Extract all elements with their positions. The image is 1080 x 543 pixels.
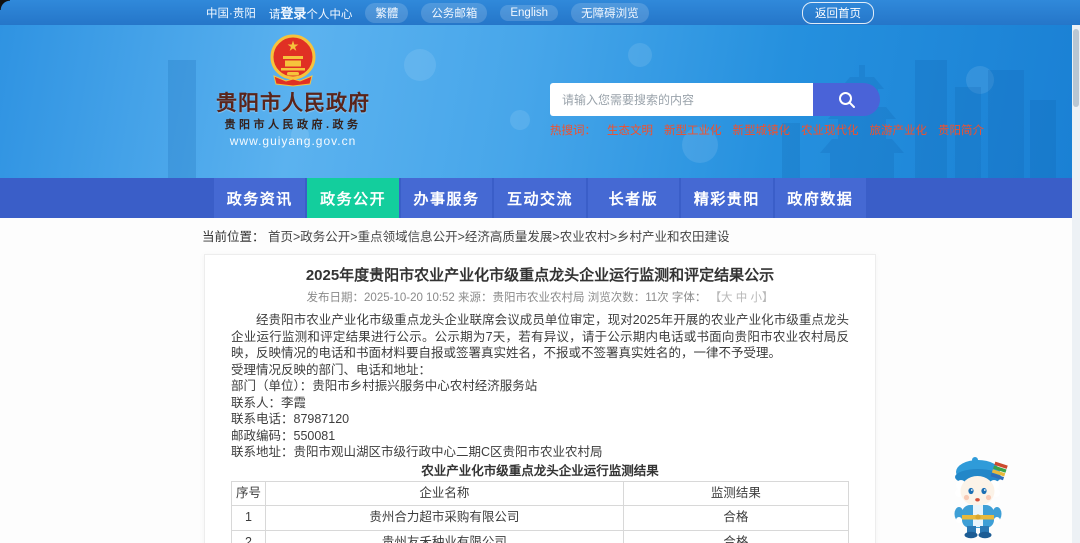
table-header-result: 监测结果 (622, 480, 850, 506)
row-result: 合格 (622, 529, 850, 543)
nav-tab-highlights[interactable]: 精彩贵阳 (681, 178, 773, 218)
main-nav-inner: 政务资讯 政务公开 办事服务 互动交流 长者版 精彩贵阳 政府数据 (214, 178, 866, 218)
article-title: 2025年度贵阳市农业产业化市级重点龙头企业运行监测和评定结果公示 (305, 267, 775, 284)
page: 中国·贵阳 请登录个人中心 繁體 公务邮箱 English 无障碍浏览 返回首页 (0, 0, 1080, 543)
hot-search-link-ecology[interactable]: 生态文明 (607, 125, 653, 138)
search-button[interactable] (813, 83, 880, 116)
national-emblem-logo[interactable] (269, 34, 317, 88)
table-header-company: 企业名称 (264, 480, 624, 506)
table-header-row: 序号 企业名称 监测结果 (231, 480, 850, 506)
hot-search-link-industry[interactable]: 新型工业化 (664, 125, 722, 138)
article-paragraph: 经贵阳市农业产业化市级重点龙头企业联席会议成员单位审定，现对2025年开展的农业… (231, 313, 849, 360)
row-company: 贵州合力超市采购有限公司 (264, 504, 624, 531)
login-pre-text: 请 (268, 9, 281, 21)
breadcrumb-path[interactable]: 首页>政务公开>重点领域信息公开>经济高质量发展>农业农村>乡村产业和农田建设 (268, 230, 730, 244)
topbar-link-official-mail[interactable]: 公务邮箱 (421, 2, 488, 23)
article-body: 经贵阳市农业产业化市级重点龙头企业联席会议成员单位审定，现对2025年开展的农业… (231, 312, 850, 543)
row-result: 合格 (622, 504, 850, 531)
font-size-controls[interactable]: 【大 中 小】 (710, 292, 774, 304)
content-area: 当前位置： 首页>政务公开>重点领域信息公开>经济高质量发展>农业农村>乡村产业… (0, 218, 1080, 543)
main-nav: 政务资讯 政务公开 办事服务 互动交流 长者版 精彩贵阳 政府数据 (0, 178, 1080, 218)
mascot-figure[interactable] (946, 451, 1012, 539)
article-meta: 发布日期：2025-10-20 10:52 来源：贵阳市农业农村局 浏览次数：1… (231, 291, 849, 305)
banner-inner: 贵阳市人民政府 贵阳市人民政府.政务 www.guiyang.gov.cn 热搜… (195, 25, 984, 178)
site-url: www.guiyang.gov.cn (229, 134, 357, 148)
banner: 贵阳市人民政府 贵阳市人民政府.政务 www.guiyang.gov.cn 热搜… (0, 25, 1080, 178)
table-caption: 农业产业化市级重点龙头企业运行监测结果 (421, 463, 659, 478)
breadcrumb-label: 当前位置： (202, 230, 265, 244)
contact-line: 受理情况反映的部门、电话和地址： (231, 362, 432, 377)
topbar-inner: 中国·贵阳 请登录个人中心 繁體 公务邮箱 English 无障碍浏览 返回首页 (206, 0, 874, 25)
site-subtitle: 贵阳市人民政府.政务 (224, 119, 362, 131)
nav-tab-news[interactable]: 政务资讯 (214, 178, 306, 218)
search-bar (550, 83, 880, 116)
hot-search-link-tourism[interactable]: 旅游产业化 (870, 125, 928, 138)
article-meta-text: 发布日期：2025-10-20 10:52 来源：贵阳市农业农村局 浏览次数：1… (306, 292, 707, 304)
row-index: 2 (231, 529, 266, 543)
hot-search-link-guiyang-intro[interactable]: 贵阳简介 (938, 125, 984, 138)
site-logo-block: 贵阳市人民政府 贵阳市人民政府.政务 www.guiyang.gov.cn (209, 34, 377, 148)
table-header-index: 序号 (231, 480, 266, 506)
table-row: 2 贵州友禾种业有限公司 合格 (231, 529, 850, 543)
hot-search-label: 热搜词： (550, 125, 596, 137)
topbar-link-china-guiyang[interactable]: 中国·贵阳 (206, 5, 256, 21)
hot-search-link-agriculture[interactable]: 农业现代化 (801, 125, 859, 138)
contact-block: 受理情况反映的部门、电话和地址： 部门（单位）：贵阳市乡村振兴服务中心农村经济服… (231, 362, 849, 461)
site-title[interactable]: 贵阳市人民政府 (209, 92, 377, 116)
nav-tab-senior-version[interactable]: 长者版 (587, 178, 680, 218)
topbar-links: 中国·贵阳 请登录个人中心 繁體 公务邮箱 English 无障碍浏览 (206, 2, 649, 23)
nav-tab-gov-data[interactable]: 政府数据 (774, 178, 866, 218)
nav-tab-disclosure[interactable]: 政务公开 (307, 178, 399, 218)
contact-line: 邮政编码：550081 (231, 428, 336, 443)
hot-search-row: 热搜词： 生态文明 新型工业化 新型城镇化 农业现代化 旅游产业化 贵阳简介 (550, 125, 984, 138)
window-corner-decoration (0, 0, 10, 10)
topbar: 中国·贵阳 请登录个人中心 繁體 公务邮箱 English 无障碍浏览 返回首页 (0, 0, 1080, 25)
login-bold-text: 登录 (280, 6, 307, 21)
row-company: 贵州友禾种业有限公司 (264, 529, 624, 543)
topbar-link-traditional-chinese[interactable]: 繁體 (365, 2, 409, 23)
scrollbar-thumb[interactable] (1073, 29, 1079, 107)
scrollbar-track[interactable] (1072, 25, 1080, 543)
search-input[interactable] (550, 83, 813, 116)
login-post-text: 个人中心 (306, 9, 353, 21)
contact-line: 部门（单位）：贵阳市乡村振兴服务中心农村经济服务站 (231, 379, 538, 393)
return-home-button[interactable]: 返回首页 (802, 1, 874, 24)
contact-line: 联系地址：贵阳市观山湖区市级行政中心二期C区贵阳市农业农村局 (231, 445, 603, 459)
hot-search-link-urbanization[interactable]: 新型城镇化 (733, 125, 791, 138)
topbar-link-english[interactable]: English (500, 4, 559, 21)
article-card: 2025年度贵阳市农业产业化市级重点龙头企业运行监测和评定结果公示 发布日期：2… (204, 254, 876, 543)
topbar-login-link[interactable]: 请登录个人中心 (269, 3, 353, 22)
topbar-link-accessibility[interactable]: 无障碍浏览 (571, 2, 649, 23)
search-icon (838, 91, 855, 108)
breadcrumb: 当前位置： 首页>政务公开>重点领域信息公开>经济高质量发展>农业农村>乡村产业… (202, 218, 878, 245)
search-block: 热搜词： 生态文明 新型工业化 新型城镇化 农业现代化 旅游产业化 贵阳简介 (550, 83, 984, 138)
row-index: 1 (231, 504, 266, 531)
monitoring-results-table: 序号 企业名称 监测结果 1 贵州合力超市采购有限公司 合格 2 贵州友禾种业有… (231, 480, 850, 543)
contact-line: 联系电话：87987120 (231, 412, 350, 426)
contact-line: 联系人：李霞 (231, 395, 307, 410)
nav-tab-interaction[interactable]: 互动交流 (494, 178, 586, 218)
nav-tab-services[interactable]: 办事服务 (400, 178, 493, 218)
table-row: 1 贵州合力超市采购有限公司 合格 (231, 504, 850, 531)
